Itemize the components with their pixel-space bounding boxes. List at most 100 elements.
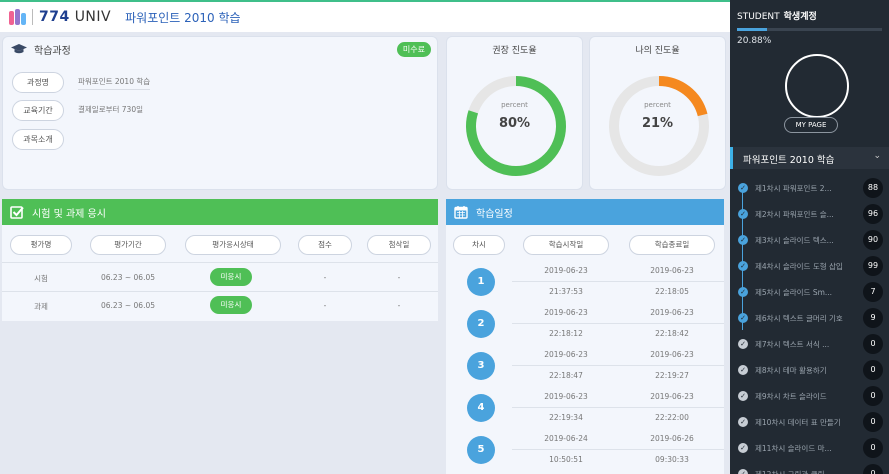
end-date: 2019-06-23 — [650, 350, 694, 359]
end-date: 2019-06-23 — [650, 392, 694, 401]
lesson-count-badge: 99 — [863, 256, 883, 276]
lesson-count-badge: 7 — [863, 282, 883, 302]
lesson-label: 제1차시 파워포인트 2... — [755, 183, 832, 193]
check-circle-icon: ✓ — [738, 313, 748, 323]
exam-score: - — [323, 301, 327, 310]
divider — [2, 291, 438, 292]
lesson-count-badge: 0 — [863, 360, 883, 380]
exam-status-button[interactable]: 미응시 — [210, 296, 252, 314]
lesson-item[interactable]: ✓ 제11차시 슬라이드 마... 0 — [738, 438, 883, 458]
chevron-down-icon: ⌄ — [873, 151, 881, 161]
divider — [512, 407, 724, 408]
lesson-count-badge: 96 — [863, 204, 883, 224]
start-time: 22:18:12 — [549, 329, 583, 338]
my-progress-value: 21% — [641, 116, 674, 131]
session-number[interactable]: 2 — [467, 310, 495, 338]
lesson-item[interactable]: ✓ 제10차시 데이터 표 만들기 0 — [738, 412, 883, 432]
exam-header: 시험 및 과제 응시 — [2, 199, 438, 225]
course-info-panel: 학습과정 미수료 과정명 파워포인트 2010 학습 교육기간 결제일로부터 7… — [2, 36, 438, 190]
gauge-unit-label: percent — [644, 101, 671, 109]
col-start-date: 학습시작일 — [523, 235, 609, 255]
lesson-label: 제12차시 그림과 클립... — [755, 469, 832, 474]
divider — [512, 449, 724, 450]
end-date: 2019-06-23 — [650, 308, 694, 317]
divider — [512, 365, 724, 366]
my-page-button[interactable]: MY PAGE — [784, 117, 838, 133]
lesson-label: 제9차시 차트 슬라이드 — [755, 391, 827, 401]
end-time: 22:18:42 — [655, 329, 689, 338]
exam-period: 06.23 ~ 06.05 — [101, 301, 155, 310]
session-number[interactable]: 1 — [467, 268, 495, 296]
end-date: 2019-06-23 — [650, 266, 694, 275]
end-time: 22:18:05 — [655, 287, 689, 296]
exam-status-button[interactable]: 미응시 — [210, 268, 252, 286]
lesson-count-badge: 88 — [863, 178, 883, 198]
avatar — [785, 54, 849, 118]
start-date: 2019-06-23 — [544, 266, 588, 275]
check-circle-icon: ✓ — [738, 287, 748, 297]
check-circle-icon: ✓ — [738, 391, 748, 401]
lesson-item[interactable]: ✓ 제5차시 슬라이드 Sm... 7 — [738, 282, 883, 302]
lesson-count-badge: 0 — [863, 438, 883, 458]
col-exam-status: 평가응시상태 — [185, 235, 281, 255]
exam-score: - — [323, 273, 327, 282]
check-circle-icon: ✓ — [738, 469, 748, 474]
overall-progress-fill — [737, 28, 768, 31]
info-row-period: 교육기간 결제일로부터 730일 — [12, 100, 143, 121]
lesson-item[interactable]: ✓ 제12차시 그림과 클립... 0 — [738, 464, 883, 474]
overall-progress-bar — [737, 28, 882, 31]
session-number[interactable]: 3 — [467, 352, 495, 380]
lesson-count-badge: 0 — [863, 386, 883, 406]
info-row-intro[interactable]: 과목소개 — [12, 129, 64, 150]
col-session: 차시 — [453, 235, 505, 255]
value-course-name: 파워포인트 2010 학습 — [78, 76, 151, 90]
lesson-item[interactable]: ✓ 제2차시 파워포인트 슬... 96 — [738, 204, 883, 224]
lesson-item[interactable]: ✓ 제8차시 테마 활용하기 0 — [738, 360, 883, 380]
lesson-count-badge: 9 — [863, 308, 883, 328]
session-number[interactable]: 5 — [467, 436, 495, 464]
brand-name: 774 UNIV — [32, 9, 111, 25]
lesson-item[interactable]: ✓ 제4차시 슬라이드 도형 삽입 99 — [738, 256, 883, 276]
my-progress-panel: 나의 진도율 percent 21% — [589, 36, 726, 190]
end-time: 22:22:00 — [655, 413, 689, 422]
recommended-progress-value: 80% — [498, 116, 531, 131]
lesson-count-badge: 0 — [863, 412, 883, 432]
divider — [512, 323, 724, 324]
label-course-name: 과정명 — [12, 72, 64, 93]
status-badge: 미수료 — [396, 42, 431, 57]
check-circle-icon: ✓ — [738, 443, 748, 453]
lesson-item[interactable]: ✓ 제7차시 텍스트 서식 ... 0 — [738, 334, 883, 354]
lesson-item[interactable]: ✓ 제9차시 차트 슬라이드 0 — [738, 386, 883, 406]
divider — [512, 281, 724, 282]
start-date: 2019-06-23 — [544, 350, 588, 359]
lesson-label: 제8차시 테마 활용하기 — [755, 365, 827, 375]
start-date: 2019-06-24 — [544, 434, 588, 443]
col-exam-review: 첨삭일 — [367, 235, 431, 255]
start-time: 21:37:53 — [549, 287, 583, 296]
col-end-date: 학습종료일 — [629, 235, 715, 255]
gauge-unit-label: percent — [501, 101, 528, 109]
value-period: 결제일로부터 730일 — [78, 105, 143, 114]
sidebar: STUDENT 학생계정 20.88% MY PAGE 파워포인트 2010 학습… — [730, 0, 889, 474]
sidebar-course-toggle[interactable]: 파워포인트 2010 학습 ⌄ — [730, 147, 889, 169]
col-exam-name: 평가명 — [10, 235, 72, 255]
info-row-course-name: 과정명 파워포인트 2010 학습 — [12, 72, 151, 93]
check-circle-icon: ✓ — [738, 261, 748, 271]
end-date: 2019-06-26 — [650, 434, 694, 443]
session-number[interactable]: 4 — [467, 394, 495, 422]
lesson-item[interactable]: ✓ 제6차시 텍스트 글머리 기호 9 — [738, 308, 883, 328]
lesson-label: 제4차시 슬라이드 도형 삽입 — [755, 261, 843, 271]
lesson-item[interactable]: ✓ 제3차시 슬라이드 텍스... 90 — [738, 230, 883, 250]
exam-name: 시험 — [34, 274, 48, 283]
label-period: 교육기간 — [12, 100, 64, 121]
lesson-item[interactable]: ✓ 제1차시 파워포인트 2... 88 — [738, 178, 883, 198]
lesson-count-badge: 0 — [863, 334, 883, 354]
brand-logo[interactable]: 774 UNIV — [8, 7, 111, 27]
check-circle-icon: ✓ — [738, 235, 748, 245]
exam-title: 시험 및 과제 응시 — [32, 208, 106, 220]
label-intro[interactable]: 과목소개 — [12, 129, 64, 150]
recommended-progress-panel: 권장 진도율 percent 80% — [446, 36, 583, 190]
my-progress-title: 나의 진도율 — [635, 46, 680, 56]
exam-period: 06.23 ~ 06.05 — [101, 273, 155, 282]
lesson-count-badge: 90 — [863, 230, 883, 250]
